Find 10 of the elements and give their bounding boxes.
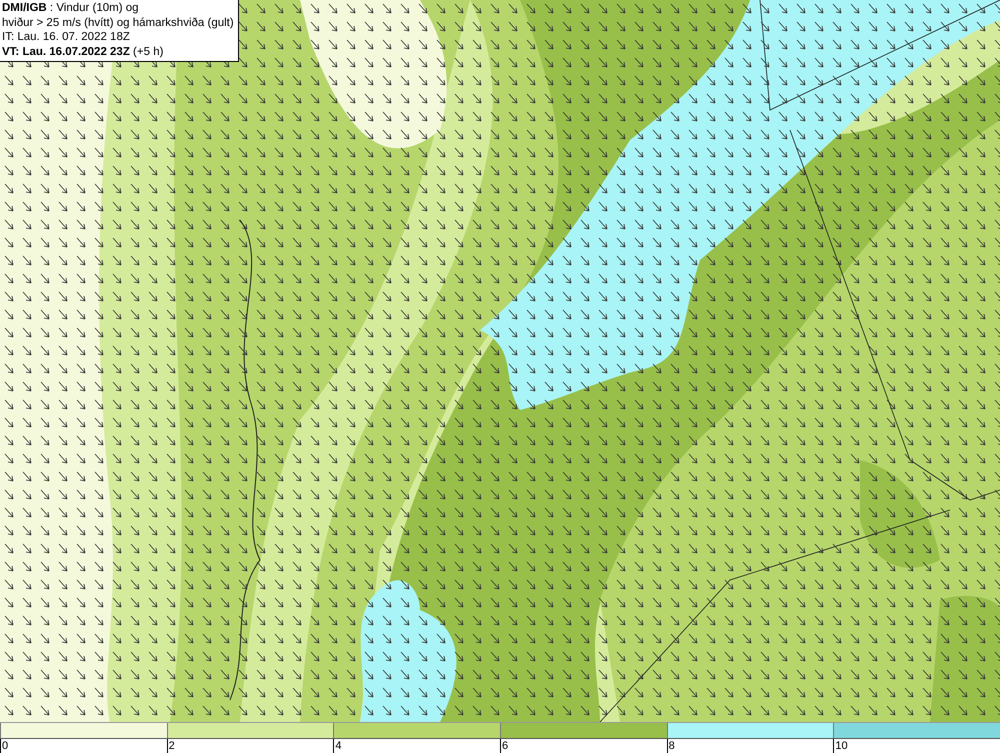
legend-tick-label: 2 [166, 739, 175, 753]
info-text: IT: Lau. 16. 07. 2022 18Z [2, 30, 131, 44]
info-text: VT: Lau. 16.07.2022 23Z (+5 h) [2, 44, 164, 59]
legend-tick-label: 8 [666, 739, 675, 753]
legend-tick-label: 0 [0, 739, 8, 753]
info-text: DMI/IGB : Vindur (10m) og [2, 1, 140, 16]
info-text: hviður > 25 m/s (hvítt) og hámarkshviða (gult) [2, 16, 234, 30]
legend-tick-label: 6 [500, 739, 508, 753]
legend-tick-label: 10 [833, 739, 848, 753]
legend-tick-label: 4 [333, 739, 342, 753]
